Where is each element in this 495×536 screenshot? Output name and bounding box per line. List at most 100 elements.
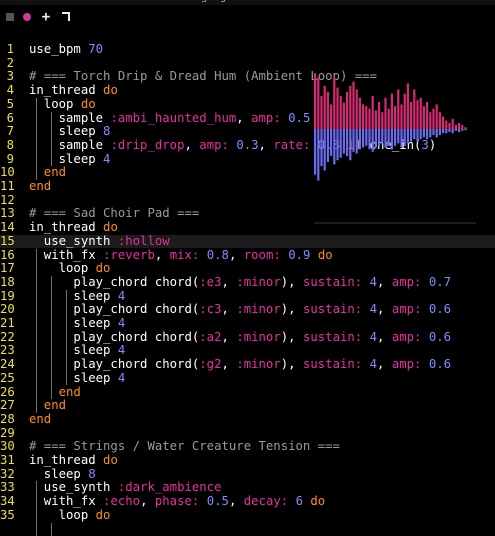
scope-bar-bottom: [388, 129, 390, 146]
code-token: 4: [370, 330, 377, 344]
code-token: 4: [103, 152, 110, 166]
code-text: sleep 4: [29, 153, 110, 167]
code-line[interactable]: 1use_bpm 70: [0, 43, 495, 57]
code-token: do: [318, 248, 333, 262]
code-line[interactable]: 21 sleep 4: [0, 317, 495, 331]
record-icon[interactable]: [19, 8, 35, 26]
code-text: use_bpm 70: [29, 43, 103, 57]
code-token: amp:: [392, 330, 422, 344]
code-line[interactable]: 30# === Strings / Water Creature Tension…: [0, 440, 495, 454]
code-text: end: [29, 399, 66, 413]
scope-bar-top: [464, 127, 466, 129]
code-line[interactable]: 19 sleep 4: [0, 290, 495, 304]
code-token: sustain:: [303, 275, 362, 289]
code-line[interactable]: 25 sleep 4: [0, 372, 495, 386]
code-token: sustain:: [303, 330, 362, 344]
scope-bar-bottom: [429, 129, 431, 137]
code-token: 8: [88, 467, 95, 481]
code-token: ,: [259, 138, 274, 152]
scope-bar-top: [346, 92, 348, 129]
scope-bar-bottom: [346, 129, 348, 156]
indent-guide: [51, 112, 52, 167]
code-token: 4: [370, 302, 377, 316]
line-number: 21: [0, 317, 14, 331]
scope-bar-bottom: [410, 129, 412, 142]
code-token: do: [103, 83, 118, 97]
scope-bar-bottom: [320, 129, 322, 166]
scope-bar-top: [426, 102, 428, 129]
line-number: 30: [0, 440, 14, 454]
code-token: use_bpm: [29, 42, 88, 56]
code-token: [199, 248, 206, 262]
scope-bar-bottom: [423, 129, 425, 137]
code-text: end: [29, 180, 51, 194]
code-text: sleep 8: [29, 125, 110, 139]
scope-bar-top: [407, 83, 409, 129]
code-line[interactable]: 32 sleep 8: [0, 468, 495, 482]
line-number: 32: [0, 468, 14, 482]
menu-item-language[interactable]: Language: [183, 0, 232, 3]
scope-bar-bottom: [340, 129, 342, 158]
code-token: ,: [229, 494, 244, 508]
line-number: 14: [0, 221, 14, 235]
plus-icon[interactable]: +: [38, 8, 54, 26]
scope-bar-top: [384, 98, 386, 129]
code-token: rate:: [273, 138, 310, 152]
code-text: use_synth :dark_ambience: [29, 481, 222, 495]
code-line[interactable]: 17 loop do: [0, 262, 495, 276]
audio-scope: [314, 61, 476, 224]
code-token: ,: [222, 330, 237, 344]
scope-bar-bottom: [452, 129, 454, 133]
code-token: ,: [377, 275, 392, 289]
menu-item-visuals[interactable]: Visuals: [75, 0, 110, 3]
scope-bar-bottom: [343, 129, 345, 154]
code-text: play_chord chord(:e3, :minor), sustain: …: [29, 276, 451, 290]
code-token: ,: [184, 138, 199, 152]
indent-guide: [36, 481, 37, 536]
code-line[interactable]: 26 end: [0, 386, 495, 400]
menu-item-code[interactable]: Code: [0, 0, 26, 3]
line-number: 4: [0, 84, 14, 98]
indent-guide: [36, 249, 37, 413]
code-line[interactable]: 29: [0, 427, 495, 441]
code-line[interactable]: 24 play_chord chord(:g2, :minor), sustai…: [0, 358, 495, 372]
code-line[interactable]: 20 play_chord chord(:c3, :minor), sustai…: [0, 303, 495, 317]
scope-bar-bottom: [439, 129, 441, 135]
code-line[interactable]: 28end: [0, 413, 495, 427]
scope-bar-top: [388, 109, 390, 129]
scope-bar-top: [333, 77, 335, 129]
scope-bar-top: [365, 106, 367, 129]
menu-item-io[interactable]: IO: [128, 0, 139, 3]
code-token: ,: [155, 248, 170, 262]
code-line[interactable]: 33 use_synth :dark_ambience: [0, 481, 495, 495]
code-line[interactable]: 22 play_chord chord(:a2, :minor), sustai…: [0, 331, 495, 345]
code-token: 0.5: [288, 111, 310, 125]
code-token: with_fx: [29, 248, 103, 262]
code-text: sleep 4: [29, 317, 125, 331]
code-line[interactable]: 23 sleep 4: [0, 344, 495, 358]
scope-bar-bottom: [324, 129, 326, 170]
menu-item-view[interactable]: View: [149, 0, 173, 3]
code-line[interactable]: 34 with_fx :echo, phase: 0.5, decay: 6 d…: [0, 495, 495, 509]
code-token: :g2: [199, 357, 221, 371]
code-token: play_chord chord(: [29, 302, 199, 316]
corner-arrow-icon[interactable]: [58, 8, 74, 26]
code-line[interactable]: 18 play_chord chord(:e3, :minor), sustai…: [0, 276, 495, 290]
stop-icon[interactable]: [2, 8, 18, 26]
scope-bar-top: [400, 104, 402, 129]
code-line[interactable]: 15 use_synth :hollow: [0, 235, 495, 249]
code-text: in_thread do: [29, 84, 118, 98]
code-token: 70: [88, 42, 103, 56]
code-token: :e3: [199, 275, 221, 289]
code-line[interactable]: 31in_thread do: [0, 454, 495, 468]
menu-item-audio[interactable]: Audio: [34, 0, 62, 3]
code-line[interactable]: 27 end: [0, 399, 495, 413]
menu-bar: Code Audio Visuals IO View Language: [0, 0, 495, 5]
scope-bar-bottom: [365, 129, 367, 146]
code-line[interactable]: 35 loop do: [0, 509, 495, 523]
line-number: 19: [0, 290, 14, 304]
code-line[interactable]: 16 with_fx :reverb, mix: 0.8, room: 0.9 …: [0, 249, 495, 263]
code-token: :a2: [199, 330, 221, 344]
code-token: ,: [377, 330, 392, 344]
code-token: ,: [377, 302, 392, 316]
